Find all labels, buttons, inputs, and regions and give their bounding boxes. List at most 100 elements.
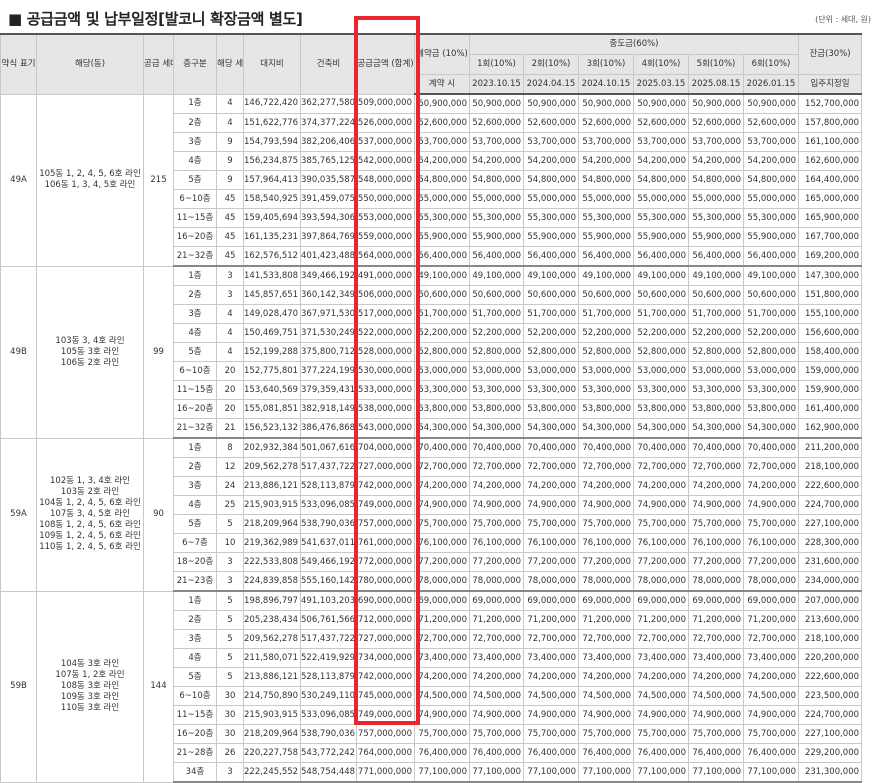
units-cell: 45 <box>216 189 244 209</box>
interim-1-cell: 74,900,000 <box>469 705 524 725</box>
interim-2-cell: 52,200,000 <box>523 323 579 343</box>
interim-3-cell: 73,400,000 <box>578 648 634 668</box>
dong-line: 103동 2호 라인 <box>60 487 120 497</box>
balance-cell: 211,200,000 <box>798 437 863 458</box>
interim-5-cell: 53,700,000 <box>688 132 744 152</box>
interim-5-cell: 70,400,000 <box>688 437 744 458</box>
interim-6-cell: 53,000,000 <box>742 361 800 381</box>
header-balance-when: 입주지정일 <box>798 74 863 95</box>
interim-1-cell: 78,000,000 <box>469 571 524 592</box>
total-cell: 526,000,000 <box>356 113 415 133</box>
header-installment: 2회(10%) <box>523 54 579 75</box>
units-cell: 9 <box>216 132 244 152</box>
interim-2-cell: 76,400,000 <box>523 743 579 763</box>
land-cell: 205,238,434 <box>243 610 301 630</box>
deposit-cell: 73,400,000 <box>414 648 470 668</box>
land-cell: 161,135,231 <box>243 227 301 247</box>
header-balance: 잔금(30%) <box>798 33 863 75</box>
interim-5-cell: 69,000,000 <box>688 590 744 611</box>
building-cell: 390,035,587 <box>300 170 357 190</box>
supply-units-cell: 99 <box>143 265 174 439</box>
units-cell: 5 <box>216 514 244 534</box>
interim-5-cell: 78,000,000 <box>688 571 744 592</box>
interim-1-cell: 75,700,000 <box>469 724 524 744</box>
interim-4-cell: 55,900,000 <box>633 227 689 247</box>
interim-4-cell: 49,100,000 <box>633 265 689 286</box>
price-table: 약식 표기 해당(동) 공급 세대수 층구분 해당 세대수 대지비 건축비 공급… <box>0 33 863 783</box>
dong-cell: 105동 1, 2, 4, 5, 6호 라인 106동 1, 3, 4, 5호 라… <box>36 93 144 267</box>
header-date: 2025.03.15 <box>633 74 689 95</box>
total-cell: 491,000,000 <box>356 265 415 286</box>
interim-5-cell: 74,900,000 <box>688 495 744 515</box>
building-cell: 362,277,580 <box>300 93 357 114</box>
land-cell: 146,722,420 <box>243 93 301 114</box>
building-cell: 375,800,712 <box>300 342 357 362</box>
land-cell: 158,540,925 <box>243 189 301 209</box>
interim-6-cell: 53,300,000 <box>742 380 800 400</box>
floor-cell: 1층 <box>173 590 217 611</box>
dong-line: 110동 3호 라인 <box>60 703 120 713</box>
deposit-cell: 52,800,000 <box>414 342 470 362</box>
floor-cell: 16~20층 <box>173 399 217 419</box>
total-cell: 727,000,000 <box>356 457 415 477</box>
interim-3-cell: 53,300,000 <box>578 380 634 400</box>
interim-2-cell: 56,400,000 <box>523 246 579 267</box>
balance-cell: 227,100,000 <box>798 724 863 744</box>
balance-cell: 169,200,000 <box>798 246 863 267</box>
land-cell: 213,886,121 <box>243 667 301 687</box>
interim-2-cell: 55,300,000 <box>523 208 579 228</box>
dong-line: 110동 1, 2, 4, 5, 6호 라인 <box>39 542 141 552</box>
interim-3-cell: 50,600,000 <box>578 285 634 305</box>
land-cell: 218,209,964 <box>243 514 301 534</box>
deposit-cell: 54,800,000 <box>414 170 470 190</box>
interim-5-cell: 49,100,000 <box>688 265 744 286</box>
deposit-cell: 77,200,000 <box>414 552 470 572</box>
interim-6-cell: 74,500,000 <box>742 686 800 706</box>
interim-5-cell: 76,400,000 <box>688 743 744 763</box>
interim-6-cell: 74,200,000 <box>742 476 800 496</box>
land-cell: 149,028,470 <box>243 304 301 324</box>
interim-6-cell: 53,700,000 <box>742 132 800 152</box>
floor-cell: 5층 <box>173 170 217 190</box>
building-cell: 360,142,349 <box>300 285 357 305</box>
balance-cell: 231,300,000 <box>798 762 863 783</box>
total-cell: 757,000,000 <box>356 514 415 534</box>
land-cell: 218,209,964 <box>243 724 301 744</box>
units-cell: 45 <box>216 208 244 228</box>
deposit-cell: 49,100,000 <box>414 265 470 286</box>
units-cell: 4 <box>216 93 244 114</box>
units-cell: 5 <box>216 648 244 668</box>
total-cell: 559,000,000 <box>356 227 415 247</box>
units-cell: 20 <box>216 399 244 419</box>
header-deposit: 계약금 (10%) <box>414 33 470 75</box>
building-cell: 517,437,722 <box>300 457 357 477</box>
interim-4-cell: 50,900,000 <box>633 93 689 114</box>
interim-6-cell: 72,700,000 <box>742 629 800 649</box>
interim-3-cell: 51,700,000 <box>578 304 634 324</box>
balance-cell: 165,000,000 <box>798 189 863 209</box>
interim-1-cell: 72,700,000 <box>469 629 524 649</box>
total-cell: 749,000,000 <box>356 495 415 515</box>
interim-4-cell: 75,700,000 <box>633 724 689 744</box>
interim-4-cell: 54,200,000 <box>633 151 689 171</box>
interim-4-cell: 76,100,000 <box>633 533 689 553</box>
interim-1-cell: 55,000,000 <box>469 189 524 209</box>
interim-5-cell: 77,100,000 <box>688 762 744 783</box>
balance-cell: 228,300,000 <box>798 533 863 553</box>
interim-2-cell: 71,200,000 <box>523 610 579 630</box>
floor-cell: 6~7층 <box>173 533 217 553</box>
land-cell: 209,562,278 <box>243 457 301 477</box>
deposit-cell: 54,300,000 <box>414 418 470 439</box>
interim-6-cell: 54,200,000 <box>742 151 800 171</box>
interim-1-cell: 71,200,000 <box>469 610 524 630</box>
units-cell: 4 <box>216 113 244 133</box>
total-cell: 745,000,000 <box>356 686 415 706</box>
balance-cell: 224,700,000 <box>798 495 863 515</box>
deposit-cell: 53,000,000 <box>414 361 470 381</box>
interim-6-cell: 52,600,000 <box>742 113 800 133</box>
interim-3-cell: 74,200,000 <box>578 667 634 687</box>
header-units: 해당 세대수 <box>216 33 244 95</box>
floor-cell: 5층 <box>173 514 217 534</box>
interim-4-cell: 55,300,000 <box>633 208 689 228</box>
interim-5-cell: 54,200,000 <box>688 151 744 171</box>
